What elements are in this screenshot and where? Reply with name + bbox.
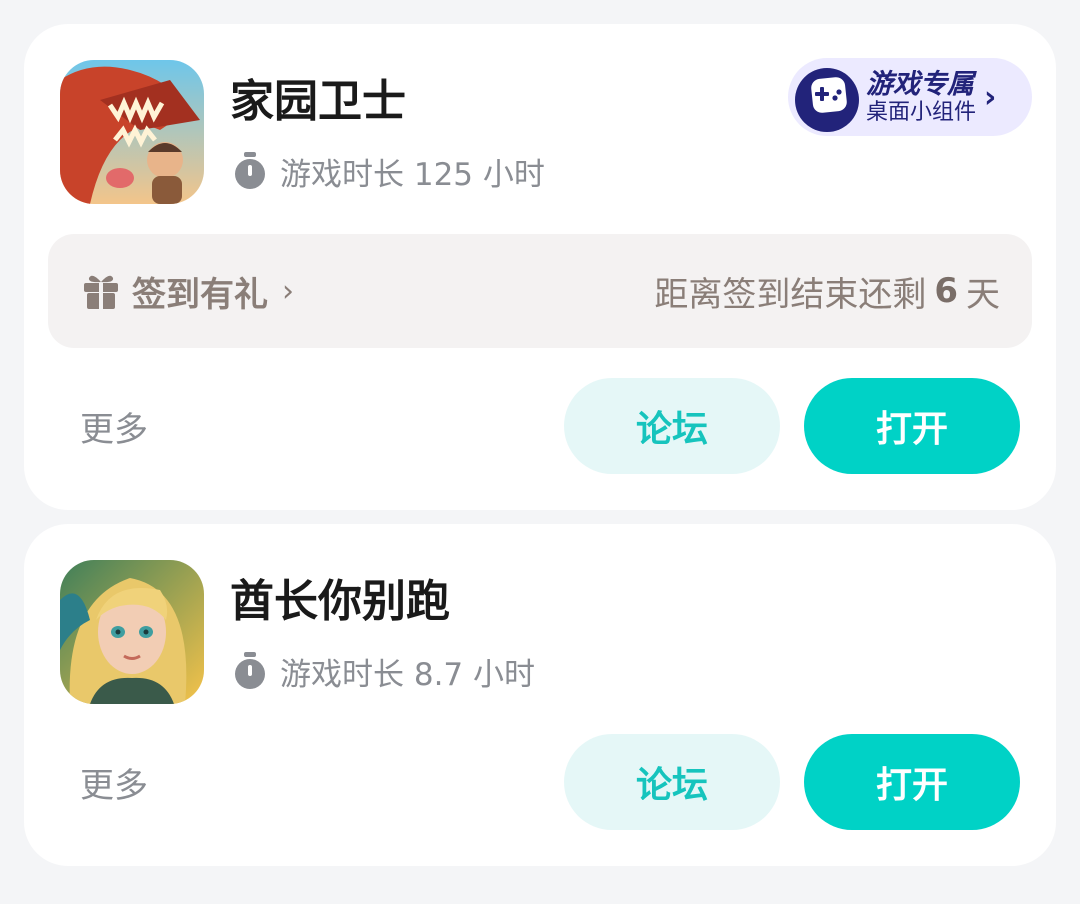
- playtime-text: 游戏时长 125 小时: [280, 156, 545, 193]
- more-link[interactable]: 更多: [80, 402, 148, 451]
- chevron-right-icon: ›: [282, 273, 294, 309]
- checkin-remaining-unit: 天: [966, 274, 1000, 315]
- game-title: 家园卫士: [230, 76, 406, 127]
- gift-icon: [84, 275, 118, 309]
- checkin-remaining: 距离签到结束还剩 6 天: [654, 234, 1000, 348]
- playtime-row: 游戏时长 125 小时: [232, 146, 545, 196]
- widget-subtitle: 桌面小组件: [866, 99, 977, 125]
- game-widget-badge[interactable]: 游戏专属 桌面小组件 ›: [788, 58, 1032, 136]
- stopwatch-icon: [235, 152, 265, 189]
- widget-title: 游戏专属: [866, 68, 974, 100]
- gamepad-widget-icon: [795, 68, 859, 132]
- blonde-girl-game-icon[interactable]: [60, 560, 204, 704]
- dinosaur-game-icon[interactable]: [60, 60, 204, 204]
- game-card-1[interactable]: 家园卫士 游戏时长 125 小时 游戏专属 桌面小组件 › 签到有礼 › 距离签…: [24, 24, 1056, 510]
- checkin-remaining-prefix: 距离签到结束还剩: [654, 274, 927, 315]
- chevron-right-icon: ›: [984, 79, 997, 115]
- stopwatch-icon: [235, 652, 265, 689]
- game-card-2[interactable]: 酋长你别跑 游戏时长 8.7 小时 更多 论坛 打开: [24, 524, 1056, 866]
- checkin-banner[interactable]: 签到有礼 › 距离签到结束还剩 6 天: [48, 234, 1032, 348]
- more-link[interactable]: 更多: [80, 758, 148, 807]
- open-button[interactable]: 打开: [804, 378, 1020, 474]
- playtime-text: 游戏时长 8.7 小时: [280, 656, 536, 693]
- forum-button[interactable]: 论坛: [564, 378, 780, 474]
- checkin-label: 签到有礼: [132, 274, 268, 315]
- game-title: 酋长你别跑: [230, 576, 450, 627]
- checkin-link[interactable]: 签到有礼 ›: [82, 234, 294, 348]
- open-button[interactable]: 打开: [804, 734, 1020, 830]
- checkin-remaining-days: 6: [934, 271, 958, 311]
- playtime-row: 游戏时长 8.7 小时: [232, 646, 535, 696]
- forum-button[interactable]: 论坛: [564, 734, 780, 830]
